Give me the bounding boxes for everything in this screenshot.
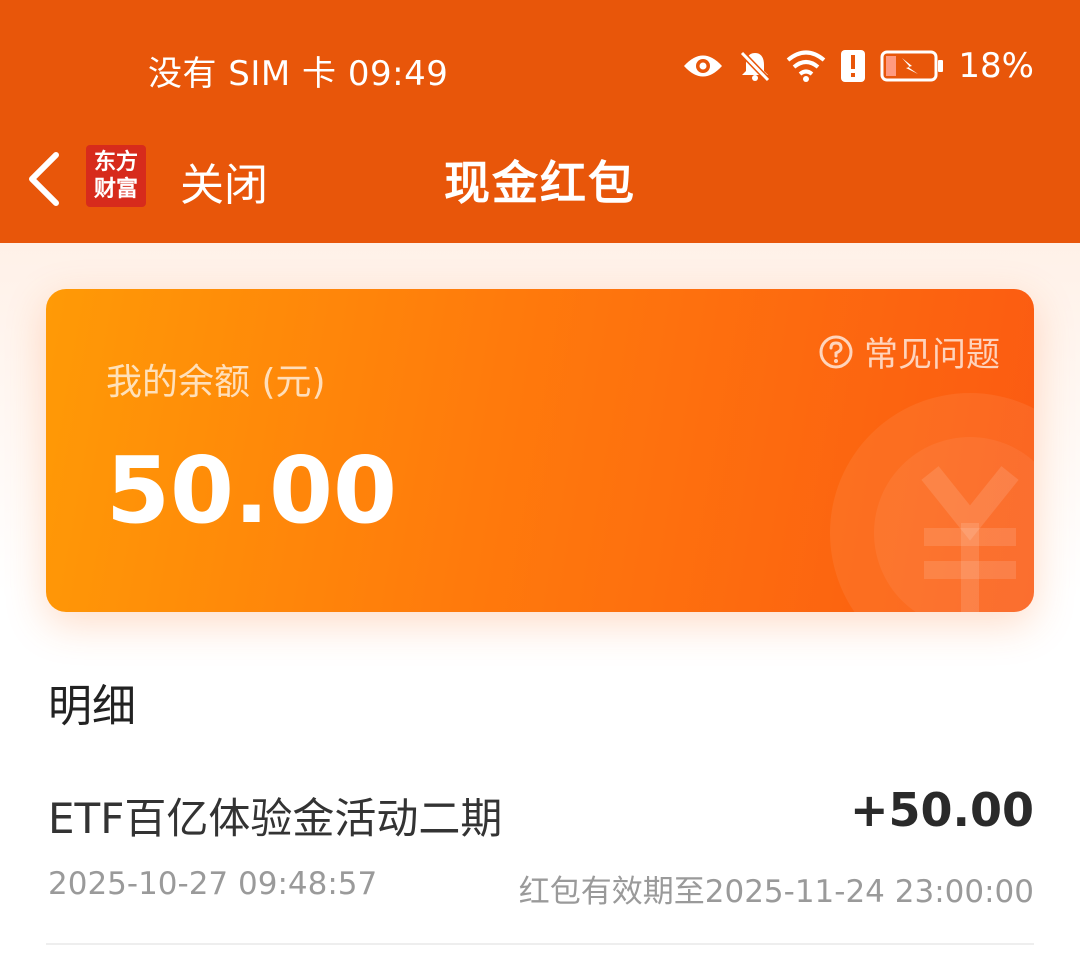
- app-header: 没有 SIM 卡 09:49 18% 东方 财富 关闭 现金红包: [0, 0, 1080, 243]
- transaction-date: 2025-10-27 09:48:57: [48, 866, 378, 902]
- yuan-coin-icon: [830, 393, 1034, 612]
- balance-amount: 50.00: [106, 437, 398, 544]
- wifi-icon: [786, 49, 826, 83]
- balance-card: 我的余额 (元) 50.00 常见问题: [46, 289, 1034, 612]
- status-carrier-time: 没有 SIM 卡 09:49: [148, 54, 449, 94]
- faq-link[interactable]: 常见问题: [818, 327, 1000, 376]
- transaction-amount: +50.00: [849, 783, 1034, 837]
- divider: [46, 943, 1034, 945]
- eye-icon: [682, 51, 724, 81]
- page-title: 现金红包: [444, 156, 636, 210]
- bell-off-icon: [738, 49, 772, 83]
- transaction-title: ETF百亿体验金活动二期: [48, 794, 503, 843]
- faq-label: 常见问题: [864, 335, 1000, 375]
- transaction-expiry: 红包有效期至2025-11-24 23:00:00: [518, 874, 1034, 910]
- battery-percent: 18%: [958, 46, 1034, 86]
- balance-label: 我的余额 (元): [106, 362, 326, 403]
- help-circle-icon: [819, 335, 853, 368]
- status-bar: 没有 SIM 卡 09:49 18%: [0, 40, 1080, 96]
- battery-icon: [880, 50, 944, 82]
- alert-icon: [840, 49, 866, 83]
- status-icons: 18%: [682, 46, 1034, 86]
- nav-bar: 东方 财富 关闭 现金红包: [0, 135, 1080, 225]
- details-heading: 明细: [48, 681, 136, 732]
